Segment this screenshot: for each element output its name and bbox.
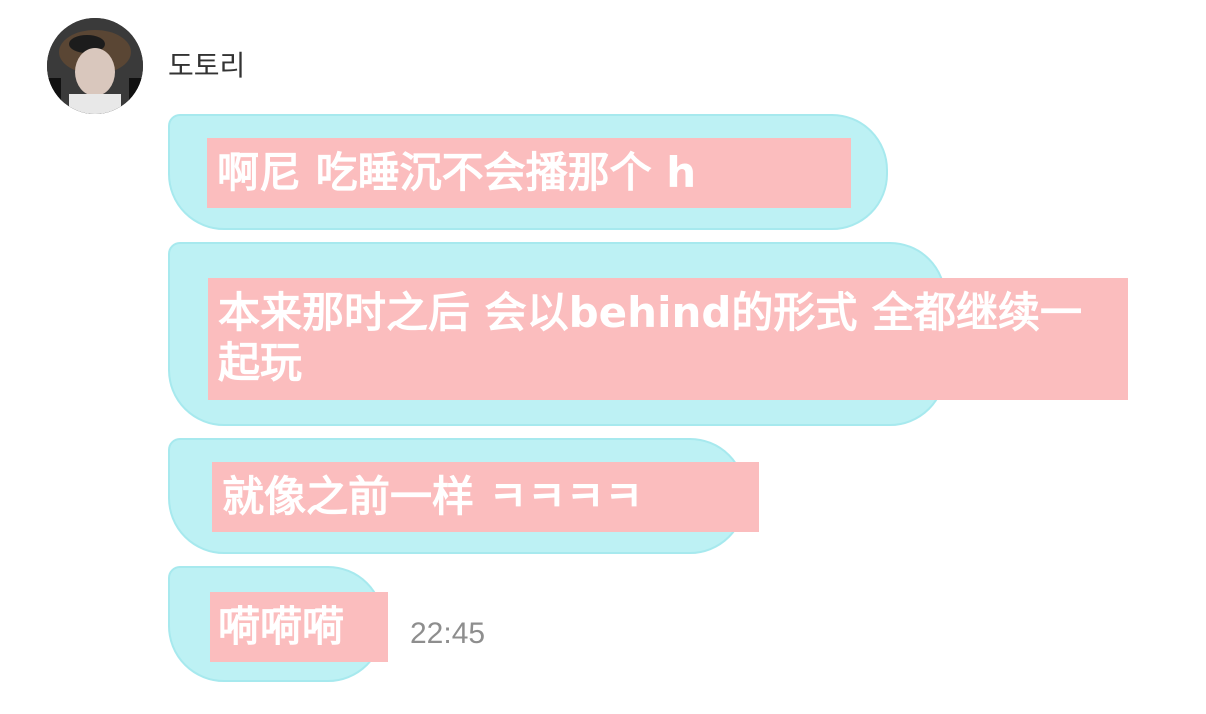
message-text: 就像之前一样 ㅋㅋㅋㅋ: [212, 462, 759, 532]
message-timestamp: 22:45: [410, 617, 486, 650]
sender-avatar[interactable]: [47, 18, 143, 114]
message-text: 本来那时之后 会以behind的形式 全都继续一起玩: [208, 278, 1128, 400]
message-text: 嗬嗬嗬: [210, 592, 388, 662]
message-text: 啊尼 吃睡沉不会播那个 h: [207, 138, 851, 208]
sender-name: 도토리: [168, 49, 246, 82]
profile-photo: [47, 18, 143, 114]
